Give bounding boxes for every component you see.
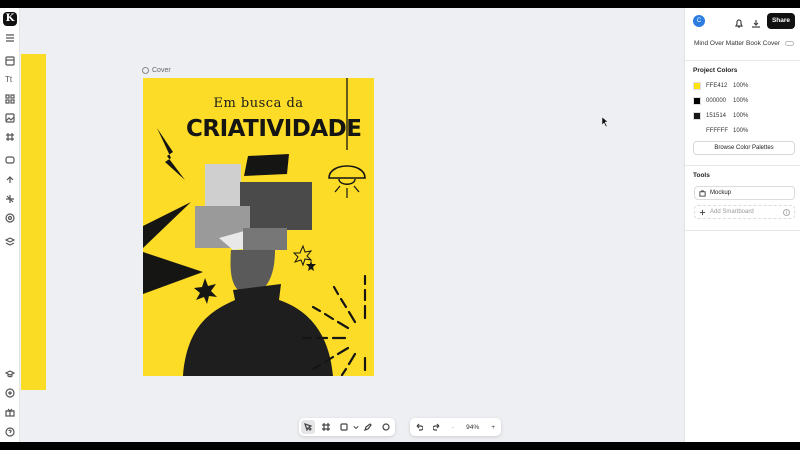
- notification-icon[interactable]: [734, 16, 744, 28]
- mockup-label: Mockup: [710, 190, 732, 196]
- frame-label[interactable]: Cover: [142, 67, 171, 74]
- brand-icon[interactable]: [4, 212, 16, 224]
- color-swatch[interactable]: [693, 97, 701, 105]
- browse-color-palettes-button[interactable]: Browse Color Palettes: [693, 141, 795, 155]
- app-window: K Tt Cover Em busca da CRIATIVIDADE C Sh…: [0, 8, 800, 442]
- left-toolbar: K Tt: [0, 8, 20, 442]
- color-opacity: 100%: [733, 83, 749, 89]
- canvas-tools-group: [299, 418, 395, 436]
- color-swatch[interactable]: [693, 127, 701, 135]
- learn-icon[interactable]: [4, 368, 16, 380]
- add-smartboard-button[interactable]: Add Smartboard i: [694, 205, 795, 219]
- layout-icon[interactable]: [4, 55, 16, 67]
- project-colors-title: Project Colors: [693, 67, 738, 74]
- gift-icon[interactable]: [4, 406, 16, 418]
- text-icon[interactable]: Tt: [5, 75, 12, 84]
- divider: [685, 60, 800, 61]
- add-icon[interactable]: [4, 387, 16, 399]
- frame-tool-icon[interactable]: [319, 420, 333, 434]
- color-row[interactable]: FFFFFF 100%: [693, 127, 748, 135]
- zoom-level[interactable]: 94%: [466, 424, 479, 431]
- app-logo[interactable]: K: [3, 12, 17, 26]
- mockup-icon: [699, 189, 706, 197]
- color-swatch[interactable]: [693, 112, 701, 120]
- color-hex: 000000: [706, 98, 727, 104]
- help-icon[interactable]: [4, 426, 16, 438]
- toggle-icon[interactable]: [785, 41, 794, 46]
- color-opacity: 100%: [733, 128, 749, 134]
- frame-icon: [142, 67, 149, 74]
- color-hex: FFFFFF: [706, 128, 728, 134]
- tools-title: Tools: [693, 172, 710, 179]
- plus-icon: [699, 209, 706, 215]
- shape-icon[interactable]: [4, 154, 16, 166]
- book-cover-artboard[interactable]: Em busca da CRIATIVIDADE: [143, 78, 374, 376]
- add-smartboard-label: Add Smartboard: [710, 209, 754, 215]
- download-icon[interactable]: [751, 16, 761, 28]
- avatar[interactable]: C: [693, 15, 705, 27]
- upload-icon[interactable]: [4, 174, 16, 186]
- right-panel: C Share Mind Over Matter Book Cover Proj…: [684, 8, 800, 442]
- color-hex: 151514: [706, 113, 727, 119]
- chevron-down-icon[interactable]: [353, 420, 359, 434]
- cover-subtitle[interactable]: Em busca da: [143, 96, 374, 111]
- image-icon[interactable]: [4, 112, 16, 124]
- document-title[interactable]: Mind Over Matter Book Cover: [694, 40, 780, 47]
- pen-tool-icon[interactable]: [361, 420, 375, 434]
- mouse-cursor-icon: [602, 117, 609, 127]
- color-row[interactable]: 000000 100%: [693, 97, 748, 105]
- elements-icon[interactable]: [4, 93, 16, 105]
- cover-title[interactable]: CRIATIVIDADE: [186, 116, 362, 142]
- info-icon[interactable]: i: [783, 208, 790, 216]
- divider: [685, 230, 800, 231]
- adjacent-page-preview[interactable]: [21, 54, 46, 390]
- color-row[interactable]: FFE412 100%: [693, 82, 748, 90]
- layers-icon[interactable]: [4, 236, 16, 248]
- comment-tool-icon[interactable]: [379, 420, 393, 434]
- color-row[interactable]: 151514 100%: [693, 112, 748, 120]
- shape-tool-icon[interactable]: [337, 420, 351, 434]
- share-button[interactable]: Share: [767, 13, 795, 29]
- redo-icon[interactable]: [430, 420, 444, 434]
- color-opacity: 100%: [733, 113, 749, 119]
- magic-icon[interactable]: [4, 193, 16, 205]
- zoom-in-button[interactable]: +: [491, 424, 495, 431]
- frame-label-text: Cover: [152, 67, 171, 74]
- hamburger-menu-icon[interactable]: [4, 32, 16, 44]
- history-zoom-group: - 94% +: [410, 418, 501, 436]
- divider: [685, 165, 800, 166]
- undo-icon[interactable]: [412, 420, 426, 434]
- select-tool-icon[interactable]: [301, 420, 315, 434]
- grid-icon[interactable]: [4, 131, 16, 143]
- zoom-out-button[interactable]: -: [452, 424, 454, 431]
- color-opacity: 100%: [733, 98, 749, 104]
- right-panel-header: C Share: [685, 8, 800, 36]
- mockup-button[interactable]: Mockup: [694, 186, 795, 200]
- color-hex: FFE412: [706, 83, 728, 89]
- color-swatch[interactable]: [693, 82, 701, 90]
